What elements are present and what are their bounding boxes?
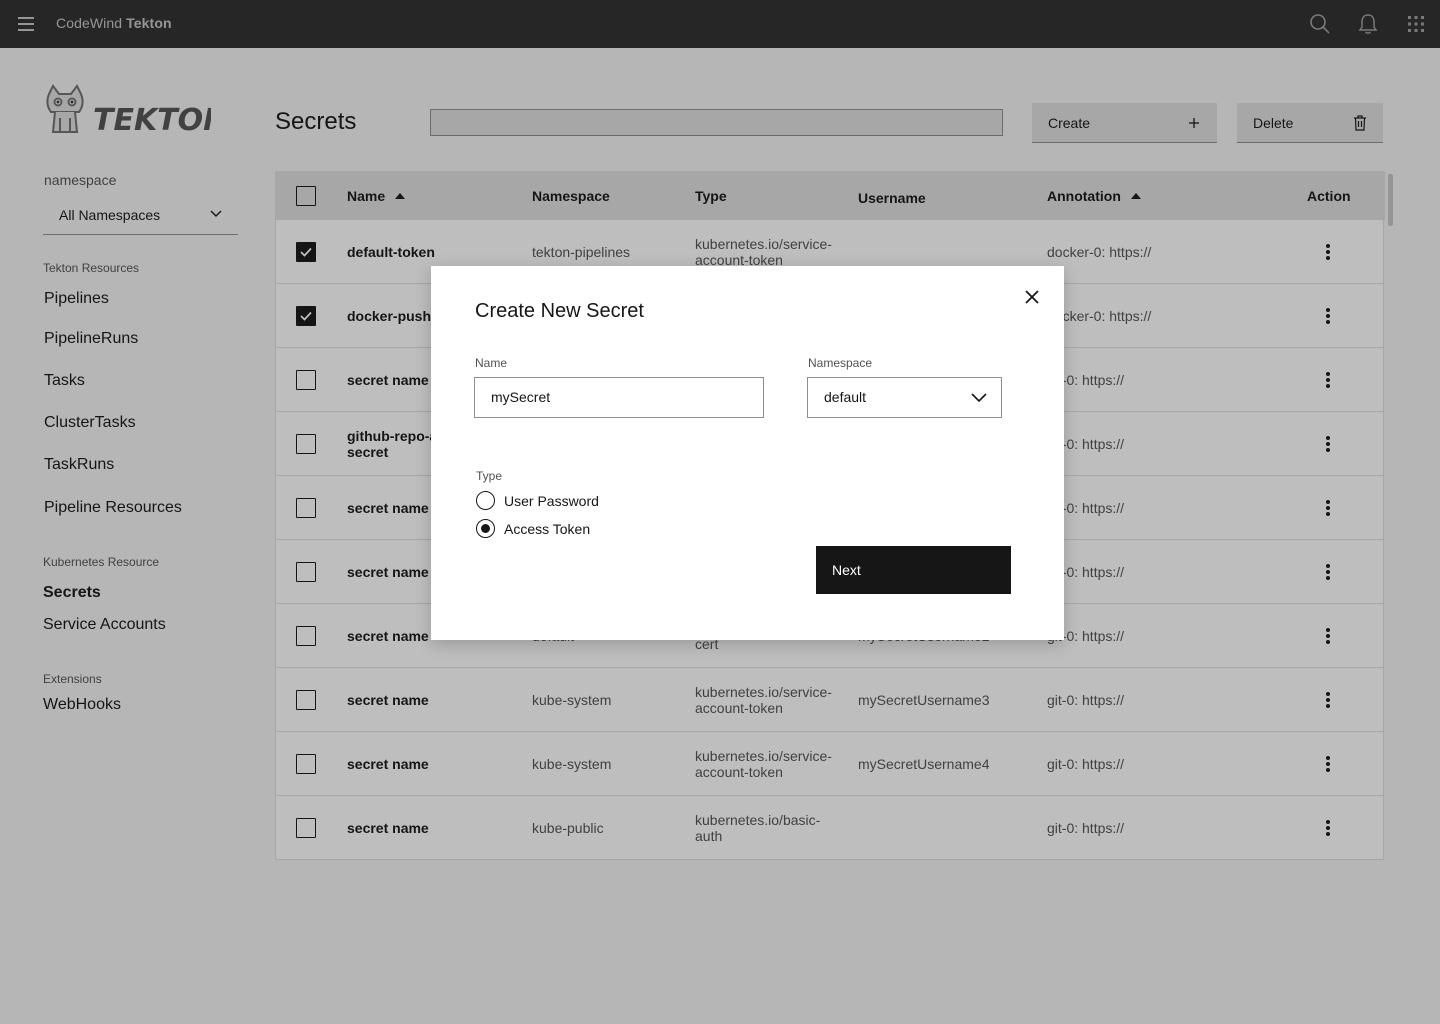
- type-radio-access-token[interactable]: Access Token: [476, 519, 590, 538]
- type-option-label: User Password: [504, 492, 599, 509]
- chevron-down-icon: [971, 393, 987, 403]
- type-field-label: Type: [476, 469, 503, 483]
- close-icon[interactable]: [1021, 286, 1043, 308]
- namespace-select-value: default: [824, 389, 867, 405]
- name-field[interactable]: mySecret: [474, 377, 764, 418]
- modal-title: Create New Secret: [475, 300, 644, 322]
- type-radio-user-password[interactable]: User Password: [476, 491, 599, 510]
- radio-button-unchecked-icon: [476, 491, 495, 510]
- namespace-field-label: Namespace: [808, 356, 873, 370]
- next-button[interactable]: Next: [816, 546, 1011, 594]
- create-secret-modal: Create New Secret Name mySecret Namespac…: [431, 266, 1064, 640]
- namespace-select[interactable]: default: [807, 377, 1002, 418]
- header-overlay: [0, 0, 1440, 48]
- name-field-label: Name: [475, 356, 508, 370]
- type-option-label: Access Token: [504, 520, 591, 537]
- radio-button-checked-icon: [476, 519, 495, 538]
